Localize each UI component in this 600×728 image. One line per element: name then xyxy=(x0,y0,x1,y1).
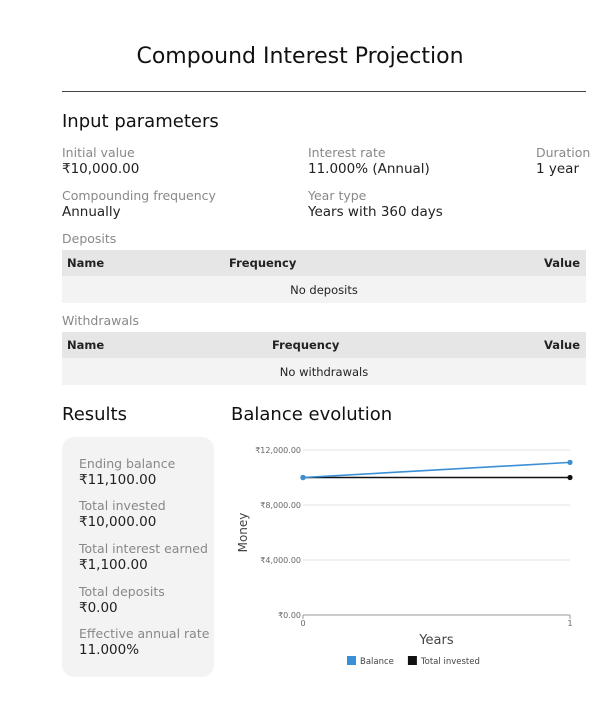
interest-rate-label: Interest rate xyxy=(308,145,386,160)
results-heading: Results xyxy=(62,404,127,425)
title-divider xyxy=(62,91,586,92)
x-axis-label: Years xyxy=(418,633,454,648)
results-card: Ending balance ₹11,100.00 Total invested… xyxy=(62,437,214,677)
year-type-label: Year type xyxy=(308,188,367,203)
balance-point xyxy=(300,474,306,481)
x-tick-label: 0 xyxy=(300,619,305,628)
y-tick-label: ₹8,000.00 xyxy=(260,501,301,510)
compounding-frequency-value: Annually xyxy=(62,204,121,220)
deposits-empty-row: No deposits xyxy=(62,276,586,303)
initial-value-label: Initial value xyxy=(62,145,135,160)
deposits-table-header: Name Frequency Value xyxy=(62,250,586,276)
total-interest-value: ₹1,100.00 xyxy=(79,557,148,573)
legend-label-balance: Balance xyxy=(360,657,394,667)
balance-line xyxy=(302,461,571,479)
year-type-value: Years with 360 days xyxy=(308,204,443,220)
initial-value-value: ₹10,000.00 xyxy=(62,161,140,177)
duration-label: Duration xyxy=(536,145,591,160)
y-axis-label: Money xyxy=(236,513,250,553)
interest-rate-value: 11.000% (Annual) xyxy=(308,161,430,177)
deposits-col-frequency: Frequency xyxy=(229,256,297,270)
duration-value: 1 year xyxy=(536,161,579,177)
withdrawals-col-frequency: Frequency xyxy=(272,338,340,352)
total-invested-point xyxy=(567,474,573,481)
y-tick-label: ₹4,000.00 xyxy=(260,556,301,565)
legend-label-total-invested: Total invested xyxy=(420,657,480,667)
ending-balance-label: Ending balance xyxy=(79,456,176,471)
total-deposits-label: Total deposits xyxy=(79,584,165,599)
legend-swatch-balance xyxy=(347,656,356,665)
total-invested-value: ₹10,000.00 xyxy=(79,514,157,530)
withdrawals-col-value: Value xyxy=(544,338,580,352)
x-tick-label: 1 xyxy=(567,619,572,628)
withdrawals-col-name: Name xyxy=(67,338,105,352)
deposits-col-value: Value xyxy=(544,256,580,270)
deposits-col-name: Name xyxy=(67,256,105,270)
deposits-label: Deposits xyxy=(62,231,117,246)
y-tick-label: ₹0.00 xyxy=(278,611,301,620)
balance-evolution-chart: ₹0.00 ₹4,000.00 ₹8,000.00 ₹12,000.00 0 1 Years… xyxy=(236,446,573,667)
page-title: Compound Interest Projection xyxy=(136,44,464,69)
total-interest-label: Total interest earned xyxy=(79,541,208,556)
compounding-frequency-label: Compounding frequency xyxy=(62,188,216,203)
withdrawals-table-header: Name Frequency Value xyxy=(62,332,586,358)
total-invested-label: Total invested xyxy=(79,498,166,513)
total-deposits-value: ₹0.00 xyxy=(79,600,118,616)
withdrawals-empty-row: No withdrawals xyxy=(62,358,586,385)
effective-rate-label: Effective annual rate xyxy=(79,626,210,641)
input-parameters-heading: Input parameters xyxy=(62,111,219,132)
chart-title: Balance evolution xyxy=(231,404,393,425)
withdrawals-table: Name Frequency Value No withdrawals xyxy=(62,332,586,385)
deposits-table: Name Frequency Value No deposits xyxy=(62,250,586,303)
y-tick-label: ₹12,000.00 xyxy=(255,446,301,455)
ending-balance-value: ₹11,100.00 xyxy=(79,472,157,488)
effective-rate-value: 11.000% xyxy=(79,642,140,658)
balance-point xyxy=(567,459,573,465)
legend-swatch-total-invested xyxy=(407,656,417,665)
withdrawals-label: Withdrawals xyxy=(62,313,139,328)
